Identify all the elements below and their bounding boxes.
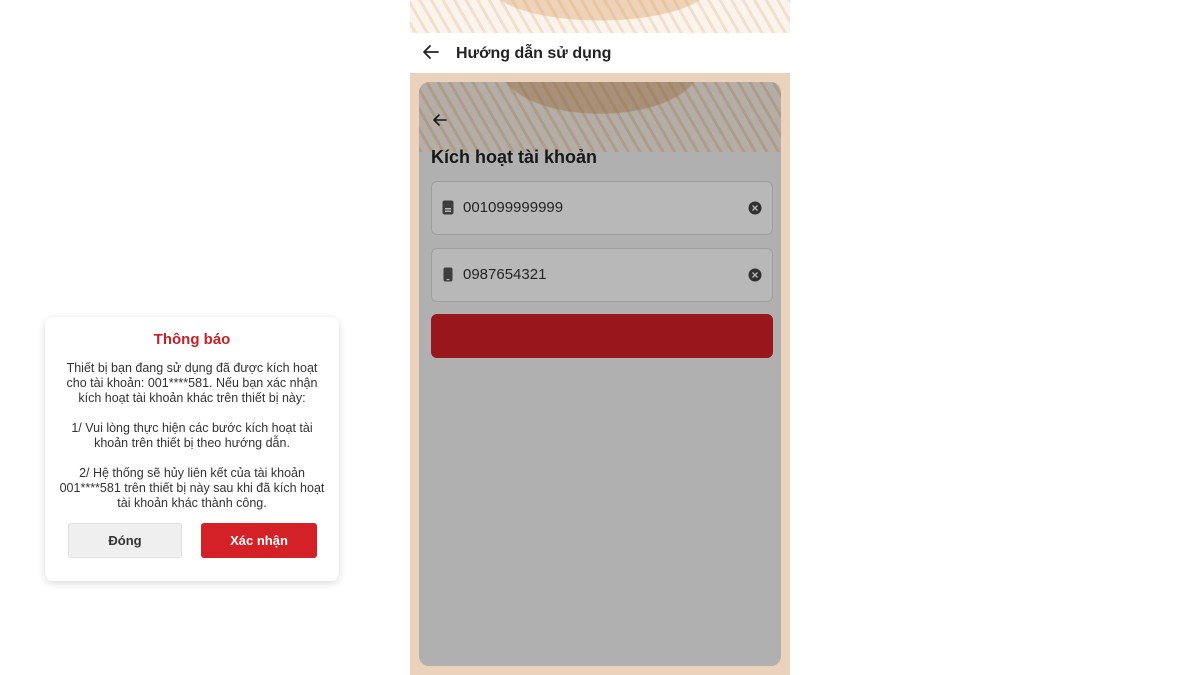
close-button[interactable]: Đóng [68,523,182,558]
confirm-button[interactable]: Xác nhận [201,523,317,558]
arrow-left-icon[interactable] [420,41,442,63]
modal-overlay [419,82,781,666]
notification-dialog: Thông báo Thiết bị bạn đang sử dụng đã đ… [45,317,339,581]
phone-frame: Hướng dẫn sử dụng Kích hoạt tài khoản 00… [410,0,790,675]
dialog-paragraph: 2/ Hệ thống sẽ hủy liên kết của tài khoả… [59,466,325,510]
guide-image-frame: Kích hoạt tài khoản 001099999999 0987654… [410,73,790,675]
app-header: Hướng dẫn sử dụng [410,33,790,73]
dialog-title: Thông báo [153,331,231,348]
page-title: Hướng dẫn sử dụng [456,45,612,62]
dialog-paragraph: 1/ Vui lòng thực hiện các bước kích hoạt… [71,421,313,450]
dialog-paragraph: Thiết bị bạn đang sử dụng đã được kích h… [66,361,318,405]
dialog-message: Thiết bị bạn đang sử dụng đã được kích h… [59,361,325,526]
guide-screenshot: Kích hoạt tài khoản 001099999999 0987654… [419,82,781,666]
